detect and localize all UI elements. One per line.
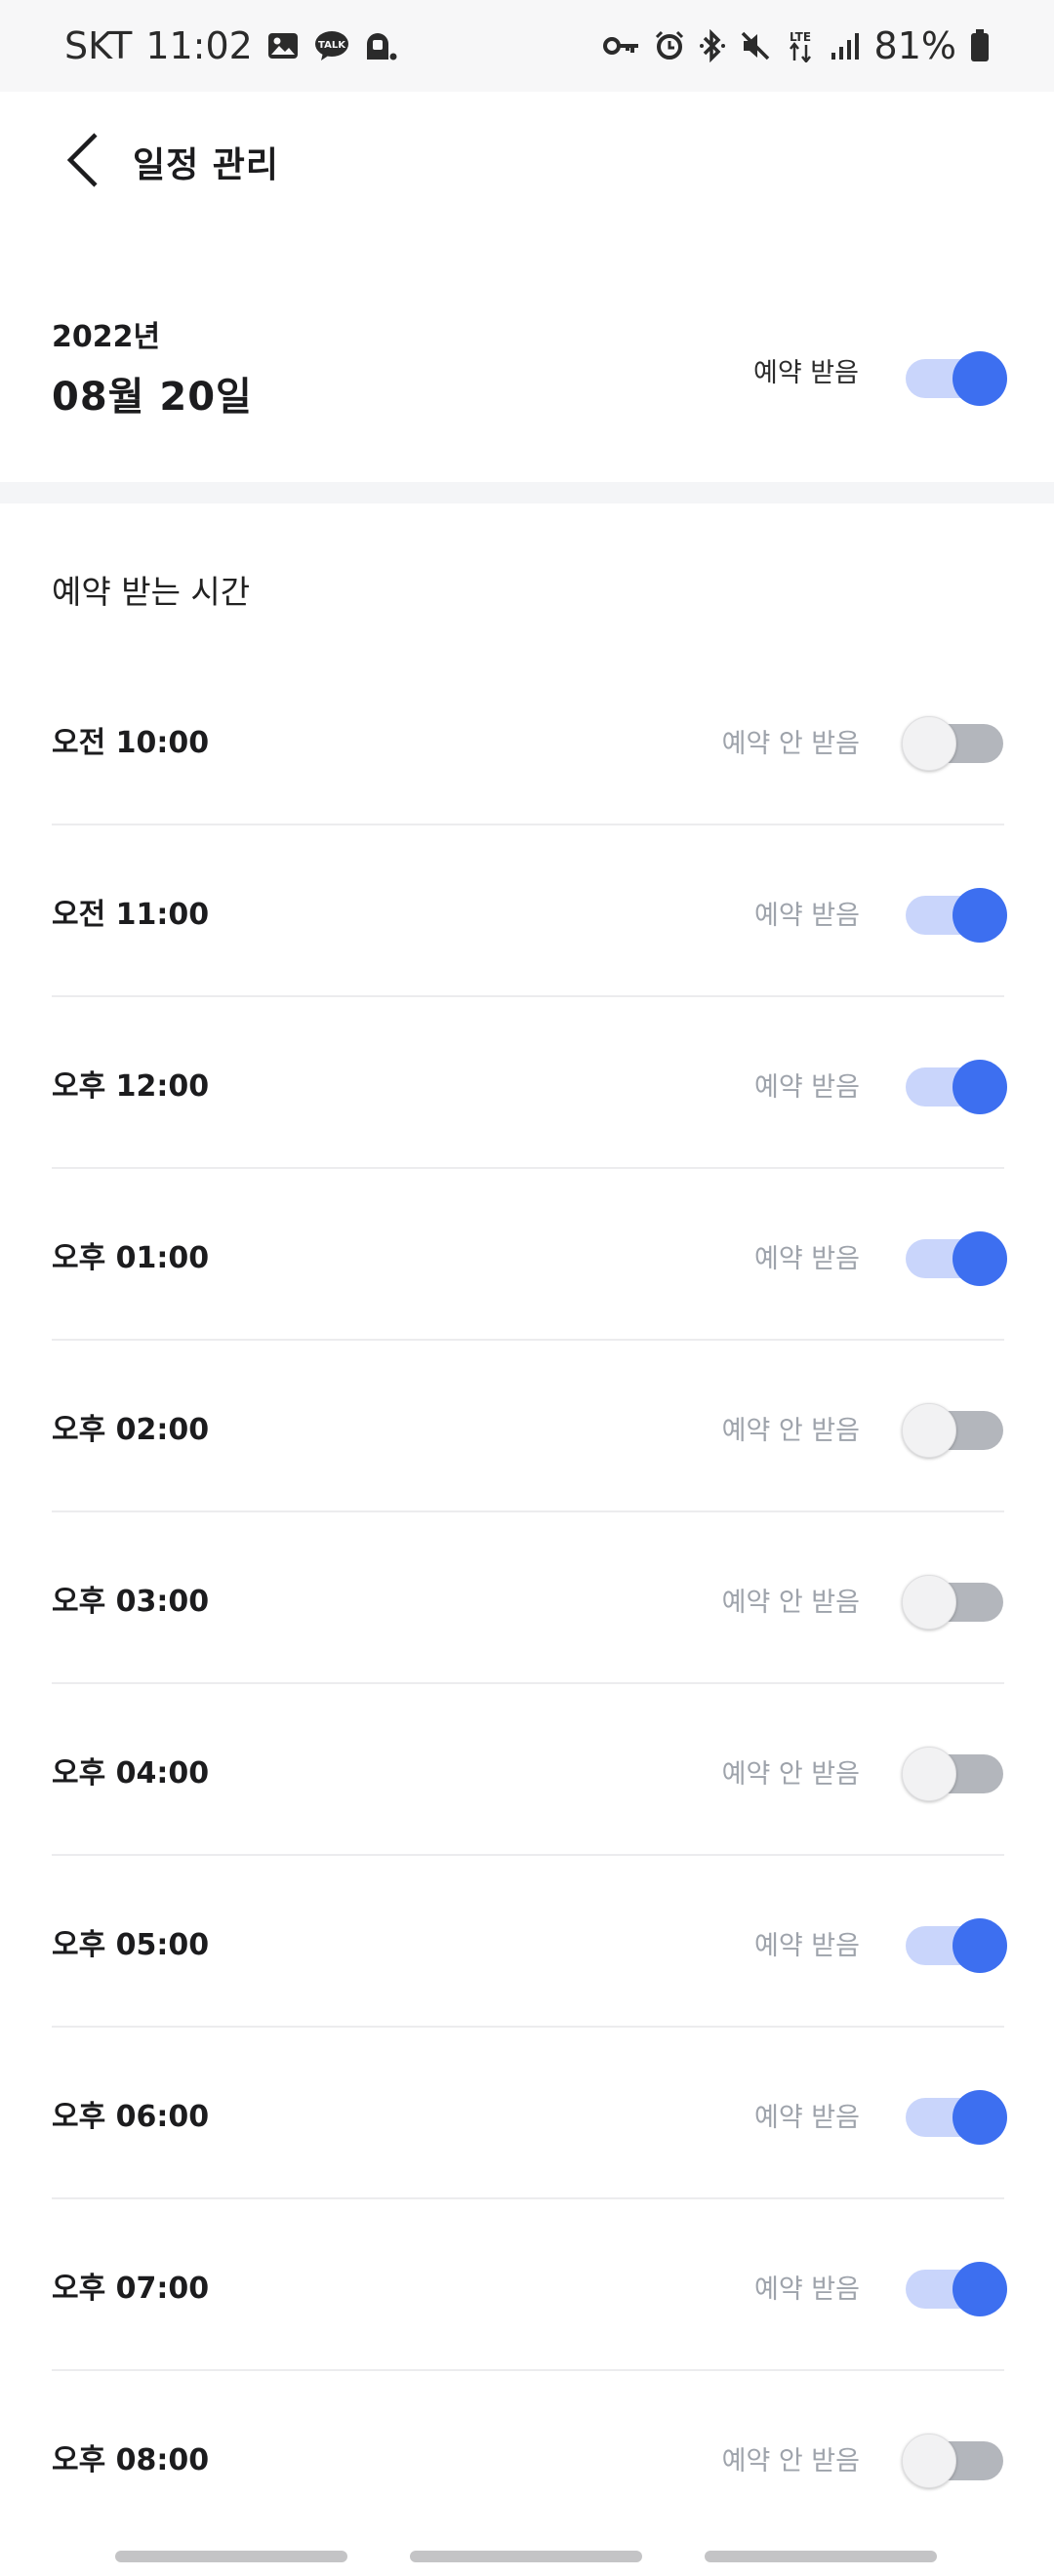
alarm-icon [654,30,685,61]
section-title: 예약 받는 시간 [52,573,251,611]
time-slot-toggle[interactable] [902,1393,1007,1458]
toggle-knob [902,1575,956,1630]
time-slot-row: 오후 12:00 예약 받음 [52,997,1007,1169]
navigation-bar [0,2541,1054,2576]
toggle-knob [953,1231,1007,1286]
lte-icon: LTE [785,29,816,62]
time-slot-status: 예약 안 받음 [721,1416,860,1446]
time-slot-status: 예약 안 받음 [721,1588,860,1618]
time-slot-status: 예약 안 받음 [721,729,860,759]
time-slot-label: 오후 01:00 [52,1241,210,1275]
toggle-knob [953,2090,1007,2145]
nav-back-button[interactable] [705,2551,937,2562]
time-slot-toggle[interactable] [902,1565,1007,1630]
toggle-knob [902,1747,956,1801]
time-slot-row: 오후 02:00 예약 안 받음 [52,1341,1004,1512]
time-slot-row: 오후 05:00 예약 받음 [52,1856,1007,2028]
back-button[interactable] [51,121,117,199]
time-slot-status: 예약 받음 [754,2103,860,2133]
lte-label: LTE [790,30,811,44]
time-slot-row: 오전 11:00 예약 받음 [52,825,1007,997]
clock-label: 11:02 [145,24,253,67]
vpn-key-icon [602,34,640,58]
time-slot-status: 예약 안 받음 [721,2446,860,2476]
mute-icon [740,30,771,61]
time-slot-row: 오후 03:00 예약 안 받음 [52,1512,1004,1684]
time-slot-status: 예약 받음 [754,1931,860,1961]
time-slot-toggle[interactable] [902,1222,1007,1286]
time-slot-label: 오후 02:00 [52,1413,210,1447]
section-divider [0,482,1054,503]
battery-icon [970,29,990,62]
time-slot-toggle[interactable] [902,2424,1007,2488]
time-slot-toggle[interactable] [902,1050,1007,1114]
date-accept-toggle[interactable] [902,342,1007,406]
date-year: 2022년 [52,320,161,354]
status-bar: SKT 11:02 TALK LTE 81% [0,0,1054,92]
bluetooth-icon [699,29,726,62]
carrier-label: SKT [64,24,133,67]
toggle-knob [902,2434,956,2488]
toggle-knob [902,716,956,771]
talk-badge-text: TALK [318,40,346,51]
time-slot-status: 예약 받음 [754,2274,860,2305]
time-slot-status: 예약 받음 [754,901,860,931]
time-slot-label: 오후 04:00 [52,1756,210,1791]
toggle-knob [953,888,1007,943]
toggle-knob [953,2262,1007,2316]
time-slot-label: 오후 05:00 [52,1928,210,1962]
time-slot-toggle[interactable] [902,1909,1007,1973]
time-slot-toggle[interactable] [902,878,1007,943]
time-slot-row: 오후 04:00 예약 안 받음 [52,1684,1004,1856]
kakaotalk-icon: TALK [313,29,350,62]
time-slot-toggle[interactable] [902,1737,1007,1801]
time-slot-toggle[interactable] [902,2252,1007,2316]
battery-percent: 81% [873,24,956,67]
time-slot-row: 오후 06:00 예약 받음 [52,2028,1007,2199]
app-header: 일정 관리 [0,92,1054,230]
time-slot-toggle[interactable] [902,2080,1007,2145]
nav-recent-button[interactable] [115,2551,347,2562]
status-bar-left: SKT 11:02 TALK [64,24,397,67]
time-slot-label: 오전 10:00 [52,726,210,760]
time-slot-status: 예약 안 받음 [721,1759,860,1790]
time-slot-row: 오후 08:00 예약 안 받음 [52,2371,1004,2543]
date-status-label: 예약 받음 [753,358,859,388]
date-section: 2022년 08월 20일 예약 받음 [0,230,1054,482]
time-slot-row: 오전 10:00 예약 안 받음 [52,654,1004,825]
time-slot-label: 오후 12:00 [52,1069,210,1104]
date-day: 08월 20일 [52,375,253,420]
time-slot-label: 오전 11:00 [52,898,210,932]
time-slot-status: 예약 받음 [754,1244,860,1274]
time-slot-label: 오후 03:00 [52,1585,210,1619]
signal-icon [830,31,861,60]
time-slot-label: 오후 07:00 [52,2272,210,2306]
time-slot-status: 예약 받음 [754,1072,860,1103]
time-slot-label: 오후 08:00 [52,2443,210,2477]
app-notification-icon [364,30,397,61]
back-arrow-icon [66,133,98,187]
toggle-knob [953,1918,1007,1973]
page-title: 일정 관리 [133,145,280,185]
toggle-knob [902,1403,956,1458]
toggle-knob [953,1060,1007,1114]
time-slot-row: 오후 01:00 예약 받음 [52,1169,1007,1341]
time-slot-toggle[interactable] [902,706,1007,771]
status-bar-right: LTE 81% [602,24,990,67]
gallery-icon [266,30,300,61]
toggle-knob [953,351,1007,406]
nav-home-button[interactable] [410,2551,642,2562]
time-slot-row: 오후 07:00 예약 받음 [52,2199,1007,2371]
time-slot-label: 오후 06:00 [52,2100,210,2134]
